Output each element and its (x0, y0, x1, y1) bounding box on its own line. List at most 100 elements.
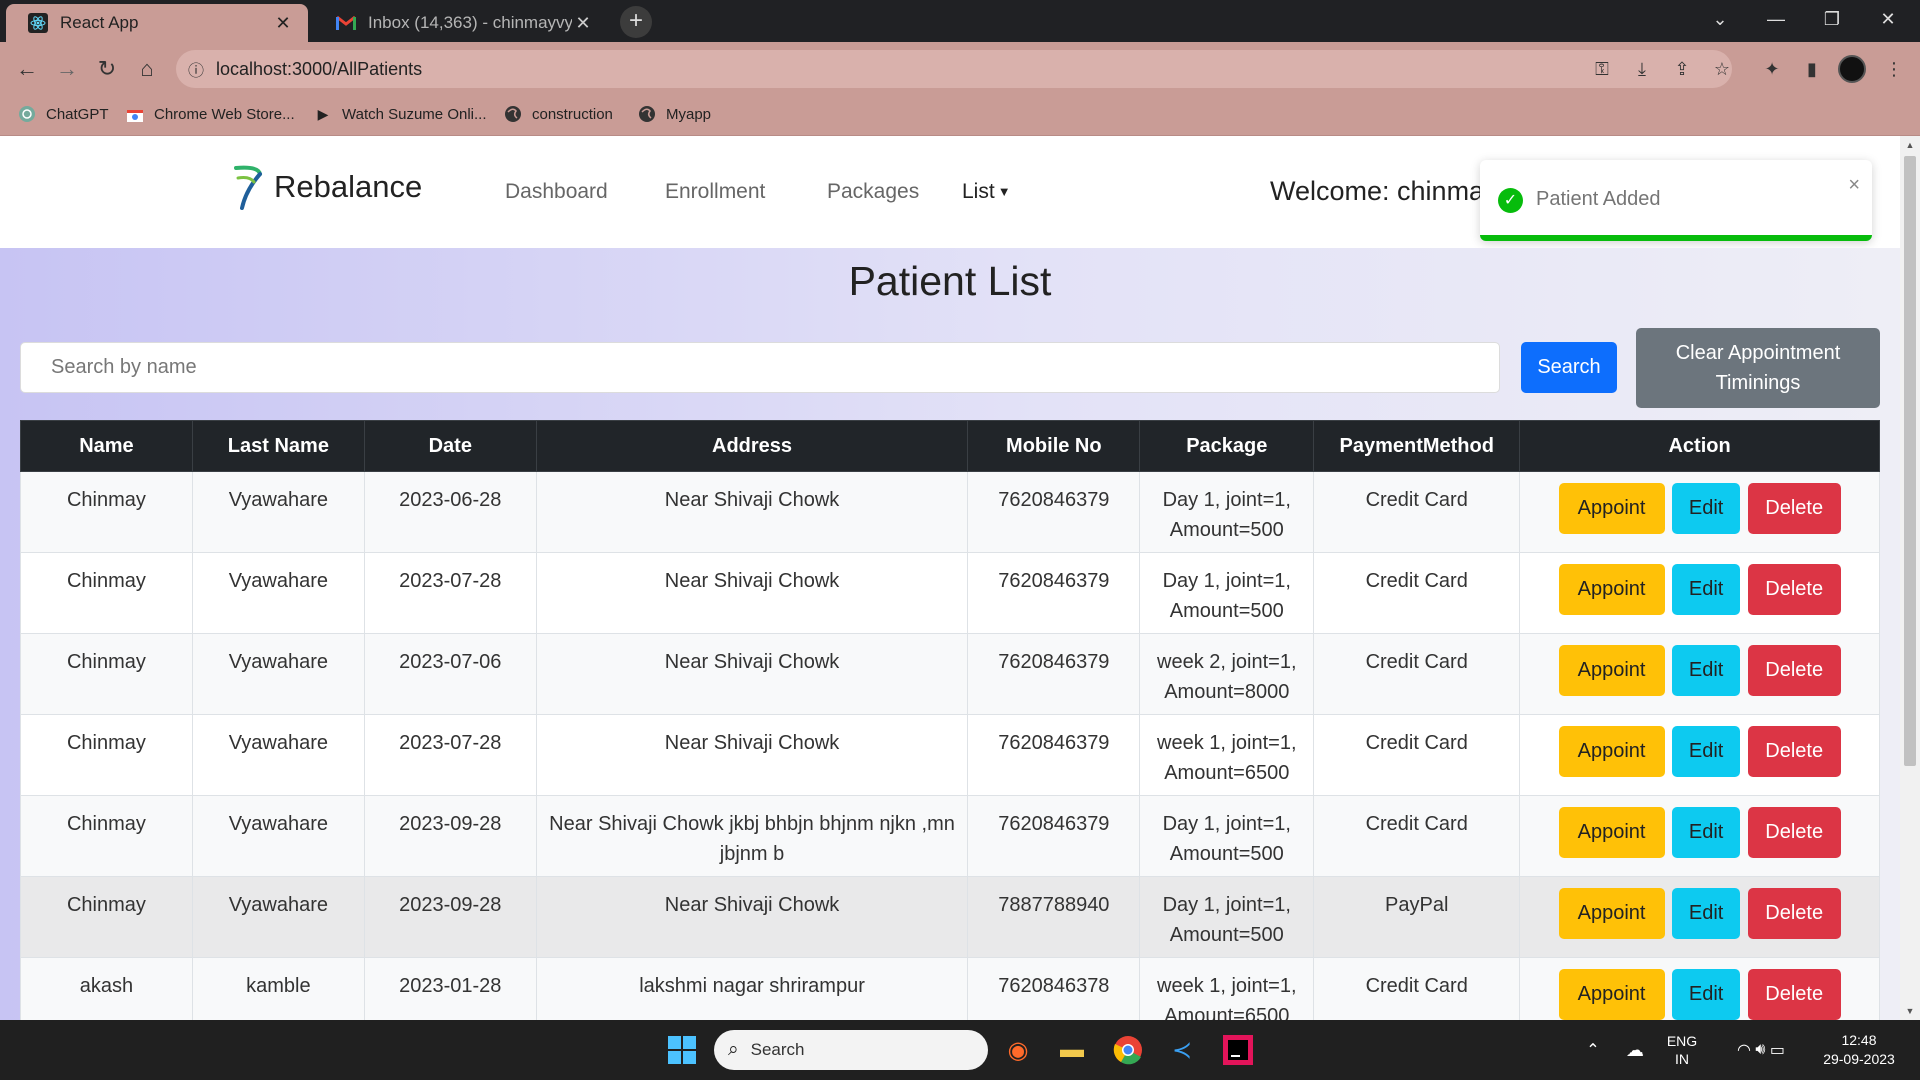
intellij-app-icon[interactable] (1218, 1030, 1258, 1070)
close-window-icon[interactable]: ✕ (1860, 0, 1916, 38)
file-explorer-icon[interactable]: ▬ (1052, 1030, 1092, 1070)
delete-button[interactable]: Delete (1747, 726, 1841, 777)
brave-app-icon[interactable]: ◉ (998, 1030, 1038, 1070)
appoint-button[interactable]: Appoint (1558, 969, 1665, 1020)
scroll-down-icon[interactable]: ▼ (1900, 1006, 1920, 1016)
edit-button[interactable]: Edit (1672, 888, 1741, 939)
browser-tab-react-app[interactable]: React App ✕ (6, 4, 308, 42)
play-icon: ▶ (317, 105, 329, 122)
windows-start-icon[interactable] (662, 1030, 702, 1070)
reload-icon[interactable]: ↻ (92, 54, 122, 84)
nav-list-dropdown[interactable]: List ▼ (962, 180, 1011, 204)
restore-icon[interactable]: ❐ (1804, 0, 1860, 38)
edit-button[interactable]: Edit (1672, 807, 1741, 858)
search-button[interactable]: Search (1521, 342, 1617, 393)
show-hidden-icons-chevron-icon[interactable]: ⌃ (1578, 1020, 1608, 1080)
install-icon[interactable]: ⤓ (1628, 55, 1656, 83)
nav-packages[interactable]: Packages (827, 180, 919, 204)
caret-down-icon: ▼ (997, 184, 1011, 199)
key-icon[interactable]: ⚿ (1588, 55, 1616, 83)
bookmark-star-icon[interactable]: ☆ (1708, 55, 1736, 83)
delete-button[interactable]: Delete (1747, 969, 1841, 1020)
table-row: Chinmay Vyawahare 2023-07-28 Near Shivaj… (20, 552, 1880, 634)
delete-button[interactable]: Delete (1747, 564, 1841, 615)
appoint-button[interactable]: Appoint (1558, 888, 1665, 939)
bookmark-chrome-web-store[interactable]: Chrome Web Store... (126, 105, 295, 123)
delete-button[interactable]: Delete (1747, 807, 1841, 858)
edit-button[interactable]: Edit (1672, 483, 1741, 534)
network-volume-battery[interactable]: ◠ 🔊︎ ▭ (1716, 1020, 1806, 1080)
rebalance-logo-icon (232, 164, 266, 210)
appoint-button[interactable]: Appoint (1558, 483, 1665, 534)
cell-actions: Appoint Edit Delete (1519, 471, 1880, 553)
cell-payment: PayPal (1313, 876, 1521, 958)
home-icon[interactable]: ⌂ (132, 54, 162, 84)
edit-button[interactable]: Edit (1672, 564, 1741, 615)
appoint-button[interactable]: Appoint (1558, 807, 1665, 858)
bookmark-construction[interactable]: construction (504, 105, 613, 123)
close-icon[interactable]: × (1848, 174, 1860, 197)
minimize-icon[interactable]: — (1748, 0, 1804, 38)
back-icon[interactable]: ← (12, 54, 42, 84)
nav-list-label: List (962, 180, 995, 203)
cell-address: Near Shivaji Chowk jkbj bhbjn bhjnm njkn… (535, 795, 969, 877)
clock[interactable]: 12:48 29-09-2023 (1812, 1020, 1906, 1080)
cell-package: week 1, joint=1, Amount=6500 (1139, 957, 1315, 1020)
address-bar[interactable]: ⓘ localhost:3000/AllPatients (176, 50, 1732, 88)
forward-icon[interactable]: → (52, 54, 82, 84)
bookmark-chatgpt[interactable]: ChatGPT (18, 105, 109, 123)
edit-button[interactable]: Edit (1672, 645, 1741, 696)
delete-button[interactable]: Delete (1747, 888, 1841, 939)
cell-mobile: 7887788940 (967, 876, 1141, 958)
delete-button[interactable]: Delete (1747, 645, 1841, 696)
taskbar-search[interactable]: ⌕ Search (714, 1030, 988, 1070)
share-icon[interactable]: ⇪ (1668, 55, 1696, 83)
vscode-app-icon[interactable]: ≺ (1162, 1030, 1202, 1070)
clear-appointment-timings-button[interactable]: Clear Appointment Timinings (1636, 328, 1880, 408)
success-toast[interactable]: ✓ Patient Added × (1480, 160, 1872, 241)
edit-button[interactable]: Edit (1672, 726, 1741, 777)
clock-date: 29-09-2023 (1823, 1051, 1895, 1067)
appoint-button[interactable]: Appoint (1558, 726, 1665, 777)
scroll-up-icon[interactable]: ▲ (1900, 140, 1920, 150)
cloud-icon[interactable]: ☁ (1618, 1020, 1652, 1080)
wifi-icon: ◠ (1736, 1042, 1751, 1059)
cell-actions: Appoint Edit Delete (1519, 795, 1880, 877)
edit-button[interactable]: Edit (1672, 969, 1741, 1020)
page-scrollbar[interactable]: ▲ ▼ (1900, 136, 1920, 1020)
new-tab-button[interactable]: + (620, 6, 652, 38)
header-payment-method: PaymentMethod (1313, 420, 1521, 472)
cell-actions: Appoint Edit Delete (1519, 714, 1880, 796)
nav-dashboard[interactable]: Dashboard (505, 180, 608, 204)
search-input[interactable] (20, 342, 1500, 393)
close-tab-icon[interactable]: ✕ (272, 13, 294, 34)
header-action: Action (1519, 420, 1880, 472)
toast-message: Patient Added (1536, 188, 1661, 210)
brand[interactable]: Rebalance (232, 164, 422, 210)
side-panel-icon[interactable]: ▮ (1798, 55, 1826, 83)
bookmark-watch-suzume[interactable]: ▶ Watch Suzume Onli... (314, 105, 487, 123)
language-indicator[interactable]: ENG IN (1660, 1020, 1704, 1080)
site-info-icon[interactable]: ⓘ (176, 57, 216, 81)
chrome-app-icon[interactable] (1108, 1030, 1148, 1070)
close-tab-icon[interactable]: ✕ (572, 13, 594, 34)
header-package: Package (1139, 420, 1315, 472)
app-navbar: Rebalance Dashboard Enrollment Packages … (0, 136, 1900, 248)
cell-name: Chinmay (20, 633, 193, 715)
cell-payment: Credit Card (1313, 714, 1521, 796)
browser-tab-inbox[interactable]: Inbox (14,363) - chinmayvyawah ✕ (314, 4, 608, 42)
appoint-button[interactable]: Appoint (1558, 564, 1665, 615)
scrollbar-thumb[interactable] (1904, 156, 1916, 766)
nav-enrollment[interactable]: Enrollment (665, 180, 765, 204)
menu-icon[interactable]: ⋮ (1880, 55, 1908, 83)
tab-search-chevron-icon[interactable]: ⌄ (1692, 0, 1748, 38)
bookmark-label: Chrome Web Store... (154, 105, 295, 123)
cell-name: Chinmay (20, 471, 193, 553)
cell-actions: Appoint Edit Delete (1519, 552, 1880, 634)
bookmark-myapp[interactable]: Myapp (638, 105, 711, 123)
delete-button[interactable]: Delete (1747, 483, 1841, 534)
extensions-icon[interactable]: ✦ (1758, 55, 1786, 83)
appoint-button[interactable]: Appoint (1558, 645, 1665, 696)
profile-avatar[interactable] (1838, 55, 1866, 83)
toast-progress-bar (1480, 235, 1872, 241)
